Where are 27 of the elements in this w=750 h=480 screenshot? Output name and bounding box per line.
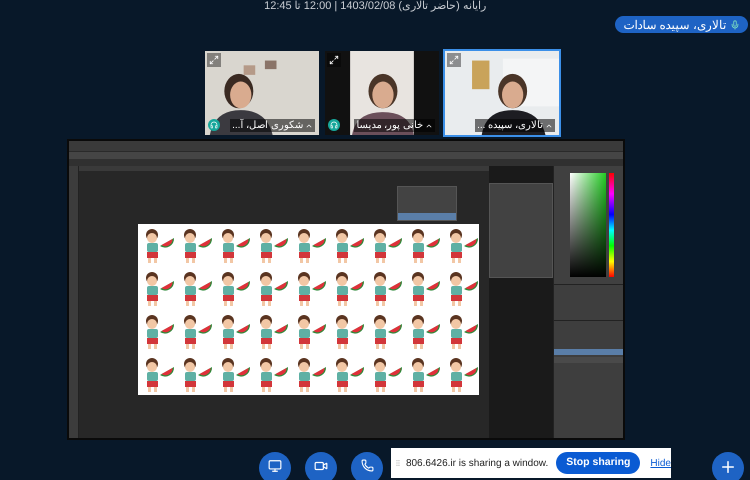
- session-info: رایانه (حاضر تالاری) 1403/02/08 | 12:00 تا 12:45: [264, 0, 486, 12]
- participant-name: خانی پور، مدیسا: [356, 120, 423, 132]
- expand-icon: [209, 55, 219, 65]
- camera-button[interactable]: [305, 452, 337, 480]
- presenter-badge[interactable]: تالاری، سپیده سادات: [615, 16, 748, 33]
- expand-icon: [329, 55, 339, 65]
- phone-icon: [360, 459, 374, 472]
- presenter-name: تالاری، سپیده سادات: [623, 16, 726, 34]
- share-screen-button[interactable]: [259, 452, 291, 480]
- video-tile[interactable]: شکوری اصل، آ...: [203, 49, 321, 137]
- name-label[interactable]: خانی پور، مدیسا: [354, 119, 435, 132]
- add-button[interactable]: [712, 452, 744, 480]
- drag-handle-icon[interactable]: [394, 457, 402, 469]
- stop-sharing-button[interactable]: Stop sharing: [556, 452, 640, 474]
- history-item: [398, 213, 456, 220]
- camera-icon: [314, 459, 328, 473]
- expand-icon: [449, 55, 459, 65]
- monitor-icon: [268, 459, 282, 473]
- hide-link[interactable]: Hide: [650, 456, 671, 470]
- sharing-message: 806.6426.ir is sharing a window.: [406, 456, 548, 470]
- expand-button[interactable]: [327, 53, 341, 67]
- plus-icon: [719, 458, 737, 476]
- call-button[interactable]: [351, 452, 383, 480]
- layer-row: [554, 349, 622, 355]
- video-tile[interactable]: خانی پور، مدیسا: [323, 49, 441, 137]
- name-label[interactable]: شکوری اصل، آ...: [230, 119, 315, 132]
- participant-name: شکوری اصل، آ...: [232, 120, 303, 132]
